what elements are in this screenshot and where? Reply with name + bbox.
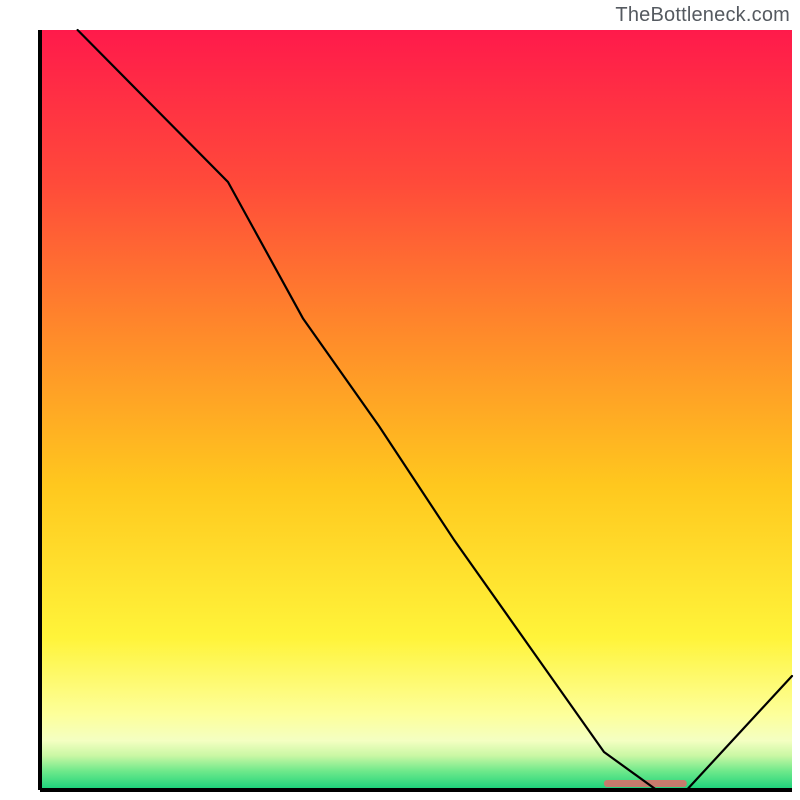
plot-background <box>40 30 792 790</box>
bottleneck-chart <box>0 0 800 800</box>
watermark-text: TheBottleneck.com <box>615 4 790 27</box>
chart-container: TheBottleneck.com <box>0 0 800 800</box>
